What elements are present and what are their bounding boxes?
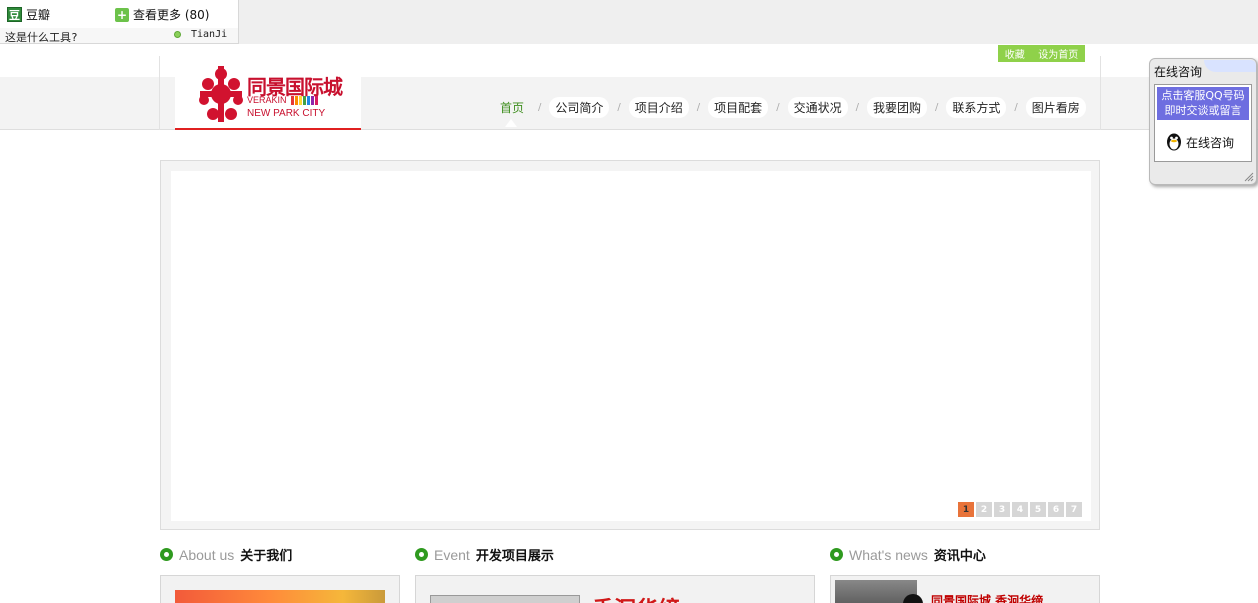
about-image[interactable] bbox=[175, 590, 385, 603]
logo-stripe bbox=[315, 96, 318, 105]
logo-stripe bbox=[307, 96, 310, 105]
logo-stripe bbox=[299, 96, 302, 105]
banner-page-5[interactable]: 5 bbox=[1030, 502, 1046, 517]
banner-page-4[interactable]: 4 bbox=[1012, 502, 1028, 517]
banner-page-6[interactable]: 6 bbox=[1048, 502, 1064, 517]
news-box: 同景国际城 香洄华缔 bbox=[830, 575, 1100, 603]
nav-separator: / bbox=[696, 101, 701, 113]
nav-item-photos[interactable]: 图片看房 bbox=[1025, 96, 1086, 118]
status-dot-icon bbox=[174, 31, 181, 38]
news-section-header: What's news 资讯中心 bbox=[830, 545, 986, 564]
logo-flower-icon bbox=[199, 66, 243, 122]
toolbox-panel: 豆 豆瓣 + 查看更多 (80) 这是什么工具? TianJi bbox=[0, 0, 239, 44]
tianji-label: TianJi bbox=[191, 29, 228, 40]
event-section-header: Event 开发项目展示 bbox=[415, 545, 554, 564]
banner-page-3[interactable]: 3 bbox=[994, 502, 1010, 517]
qq-penguin-icon bbox=[1167, 133, 1181, 151]
banner-slideshow: 1 2 3 4 5 6 7 bbox=[160, 160, 1100, 530]
view-more-label: 查看更多 (80) bbox=[133, 8, 210, 22]
resize-grip-icon[interactable] bbox=[1242, 170, 1254, 182]
douban-label: 豆瓣 bbox=[26, 8, 51, 22]
set-home-link[interactable]: 设为首页 bbox=[1038, 46, 1078, 61]
consult-panel: 点击客服QQ号码即时交谈或留言 在线咨询 bbox=[1154, 84, 1252, 162]
logo-stripe bbox=[303, 96, 306, 105]
main-nav: 首页 / 公司简介 / 项目介绍 / 项目配套 / 交通状况 / 我要团购 / … bbox=[494, 95, 1086, 119]
play-icon[interactable] bbox=[903, 594, 923, 603]
nav-item-facilities[interactable]: 项目配套 bbox=[708, 96, 769, 118]
bullet-icon bbox=[415, 548, 428, 561]
about-title-en: About us bbox=[179, 546, 235, 563]
online-consult-widget: 在线咨询 点击客服QQ号码即时交谈或留言 在线咨询 bbox=[1149, 58, 1257, 185]
tianji-link[interactable]: TianJi bbox=[174, 29, 227, 40]
logo-stripe bbox=[295, 96, 298, 105]
banner-page-2[interactable]: 2 bbox=[976, 502, 992, 517]
banner-pager: 1 2 3 4 5 6 7 bbox=[958, 502, 1082, 517]
plus-icon: + bbox=[115, 7, 129, 22]
douban-icon: 豆 bbox=[7, 7, 22, 22]
qq-consult-label: 在线咨询 bbox=[1186, 135, 1235, 150]
news-title-en: What's news bbox=[849, 546, 928, 563]
nav-item-project[interactable]: 项目介绍 bbox=[628, 96, 689, 118]
event-title-en: Event bbox=[434, 546, 470, 563]
what-is-this-link[interactable]: 这是什么工具? bbox=[5, 29, 78, 45]
nav-separator: / bbox=[855, 101, 859, 113]
favorite-link[interactable]: 收藏 bbox=[1005, 46, 1025, 61]
nav-item-group-buy[interactable]: 我要团购 bbox=[866, 96, 927, 118]
bullet-icon bbox=[830, 548, 843, 561]
news-title-cn: 资讯中心 bbox=[933, 549, 986, 564]
consult-title: 在线咨询 bbox=[1154, 65, 1203, 79]
nav-separator: / bbox=[538, 101, 542, 113]
banner-image-area[interactable] bbox=[171, 171, 1091, 521]
douban-link[interactable]: 豆 豆瓣 bbox=[7, 6, 50, 23]
about-section-header: About us 关于我们 bbox=[160, 545, 292, 564]
news-headline[interactable]: 同景国际城 香洄华缔 bbox=[931, 592, 1043, 603]
nav-item-contact[interactable]: 联系方式 bbox=[946, 96, 1007, 118]
logo-stripes bbox=[291, 96, 318, 105]
banner-page-7[interactable]: 7 bbox=[1066, 502, 1082, 517]
consult-tab-decoration bbox=[1204, 60, 1256, 72]
site-logo[interactable]: 同景国际城 VERAKIN NEW PARK CITY bbox=[175, 58, 361, 130]
nav-active-indicator bbox=[505, 119, 517, 127]
logo-stripe bbox=[311, 96, 314, 105]
nav-item-company[interactable]: 公司简介 bbox=[549, 96, 610, 118]
logo-english-line1: VERAKIN bbox=[247, 95, 287, 105]
logo-english-line2: NEW PARK CITY bbox=[247, 108, 326, 119]
nav-separator: / bbox=[617, 101, 621, 113]
logo-stripe bbox=[291, 96, 294, 105]
qq-consult-button[interactable]: 在线咨询 bbox=[1165, 132, 1234, 152]
bullet-icon bbox=[160, 548, 173, 561]
nav-separator: / bbox=[776, 101, 780, 113]
banner-page-1[interactable]: 1 bbox=[958, 502, 974, 517]
nav-item-traffic[interactable]: 交通状况 bbox=[787, 96, 848, 118]
consult-note: 点击客服QQ号码即时交谈或留言 bbox=[1157, 87, 1249, 120]
view-more-link[interactable]: + 查看更多 (80) bbox=[115, 6, 209, 23]
top-links-bar: 收藏 设为首页 bbox=[998, 45, 1085, 62]
about-box bbox=[160, 575, 400, 603]
event-box: 香洄华缔 bbox=[415, 575, 815, 603]
about-title-cn: 关于我们 bbox=[240, 549, 293, 564]
nav-item-home[interactable]: 首页 bbox=[494, 97, 530, 118]
event-title-cn: 开发项目展示 bbox=[475, 549, 554, 564]
event-image[interactable] bbox=[430, 595, 580, 603]
event-headline[interactable]: 香洄华缔 bbox=[592, 592, 680, 603]
nav-separator: / bbox=[1014, 101, 1018, 113]
nav-separator: / bbox=[934, 101, 939, 113]
